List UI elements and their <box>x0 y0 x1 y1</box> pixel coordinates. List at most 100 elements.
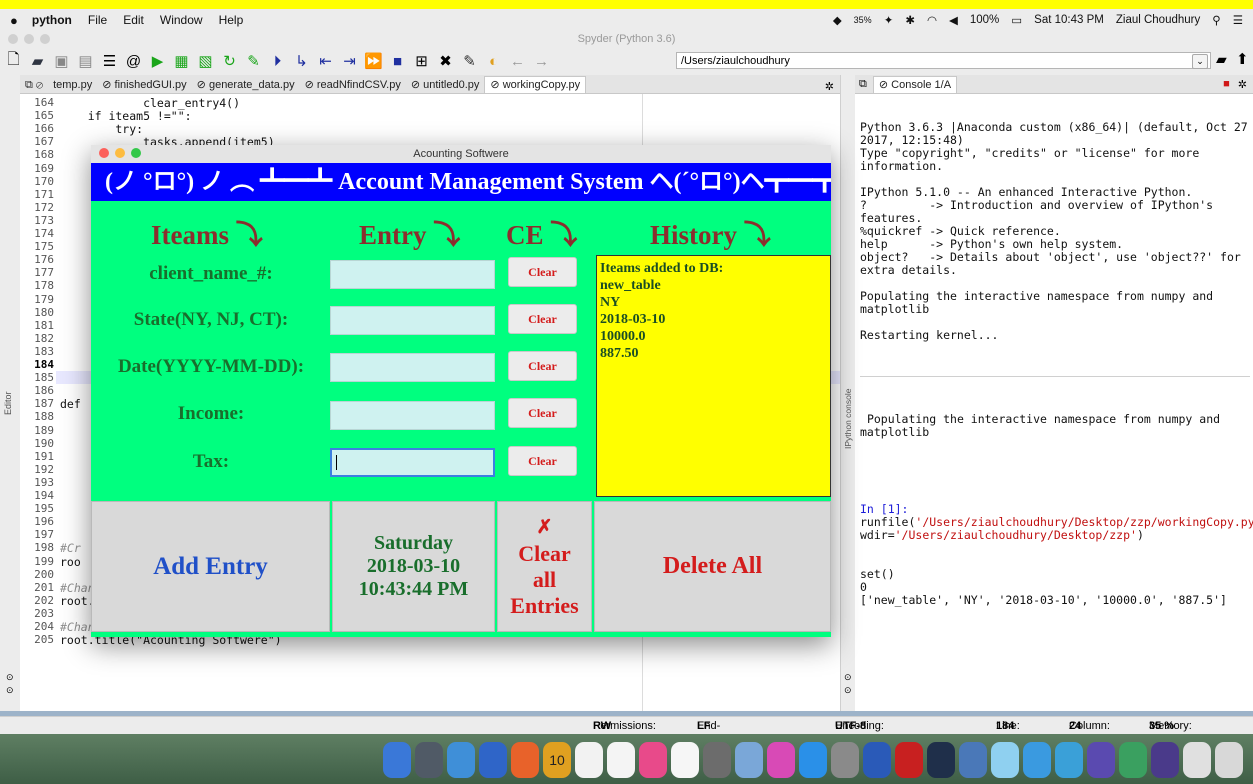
step-icon[interactable]: ↳ <box>292 52 311 71</box>
income-input[interactable] <box>330 401 495 430</box>
menu-file[interactable]: File <box>88 13 107 27</box>
github-icon[interactable] <box>1055 742 1083 778</box>
interrupt-kernel-icon[interactable]: ■ <box>1223 78 1230 90</box>
tab-readnfindcsv[interactable]: ⊘ readNfindCSV.py <box>300 77 406 93</box>
clear-income-button[interactable]: Clear <box>508 398 577 428</box>
dropbox-icon[interactable]: ◆ <box>833 13 842 27</box>
automator-icon[interactable] <box>671 742 699 778</box>
notification-icon[interactable]: ☰ <box>1233 13 1243 27</box>
eclipse-icon[interactable] <box>1119 742 1147 778</box>
console-options-icon[interactable]: ✲ <box>1238 78 1247 91</box>
books-icon[interactable] <box>1151 742 1179 778</box>
delete-all-button[interactable]: Delete All <box>594 501 831 632</box>
step-return-icon[interactable]: ⇥ <box>340 52 359 71</box>
close-button[interactable] <box>8 34 18 44</box>
pane-option-icon[interactable]: ⊙ <box>844 672 852 683</box>
forward-icon[interactable]: → <box>532 52 551 71</box>
launchpad-icon[interactable] <box>415 742 443 778</box>
console-output[interactable]: Python 3.6.3 |Anaconda custom (x86_64)| … <box>860 95 1253 633</box>
battery-icon[interactable]: ▭ <box>1011 13 1022 27</box>
messages-icon[interactable] <box>959 742 987 778</box>
tab-workingcopy[interactable]: ⊘ workingCopy.py <box>484 76 587 93</box>
tab-console[interactable]: ⊘ Console 1/A <box>872 75 958 93</box>
run-cell-advance-icon[interactable]: ▧ <box>196 52 215 71</box>
tab-generate-data[interactable]: ⊘ generate_data.py <box>192 77 300 93</box>
virtualbox-icon[interactable] <box>927 742 955 778</box>
save-all-icon[interactable]: ▤ <box>76 52 95 71</box>
run-selection-icon[interactable]: ✎ <box>244 52 263 71</box>
list-icon[interactable]: ☰ <box>100 52 119 71</box>
extension-icon[interactable]: ✦ <box>884 13 894 27</box>
fullscreen-icon[interactable]: ✖ <box>436 52 455 71</box>
word-icon[interactable] <box>831 742 859 778</box>
run-cell-icon[interactable]: ▦ <box>172 52 191 71</box>
pane-option-icon[interactable]: ⊙ <box>6 685 14 696</box>
date-input[interactable] <box>330 353 495 382</box>
app-close-button[interactable] <box>99 148 109 158</box>
at-icon[interactable]: @ <box>124 52 143 71</box>
tab-options-icon[interactable]: ✲ <box>825 80 834 93</box>
volume-icon[interactable]: ◀ <box>949 13 958 27</box>
clock[interactable]: Sat 10:43 PM <box>1034 14 1104 26</box>
rerun-icon[interactable]: ↻ <box>220 52 239 71</box>
back-icon[interactable]: ← <box>508 52 527 71</box>
clear-state-button[interactable]: Clear <box>508 304 577 334</box>
zoom-button[interactable] <box>40 34 50 44</box>
debug-icon[interactable]: ⏵ <box>268 52 287 71</box>
tab-temp[interactable]: temp.py <box>48 77 97 93</box>
tab-untitled0[interactable]: ⊘ untitled0.py <box>406 77 485 93</box>
apple-icon[interactable]: ● <box>10 13 18 28</box>
step-into-icon[interactable]: ⇤ <box>316 52 335 71</box>
new-file-icon[interactable]: 🗋 <box>4 51 23 71</box>
firefox-icon[interactable] <box>479 742 507 778</box>
reminders-icon[interactable] <box>639 742 667 778</box>
console-browse-icon[interactable]: ⧉ <box>859 78 867 91</box>
tab-browse-icon[interactable]: ⧉ ⊘ <box>20 77 48 93</box>
pane-option-icon[interactable]: ⊙ <box>6 672 14 683</box>
parent-directory-icon[interactable]: ⬆ <box>1236 50 1249 68</box>
menu-window[interactable]: Window <box>160 13 203 27</box>
menu-edit[interactable]: Edit <box>123 13 144 27</box>
chevron-down-icon[interactable]: ⌄ <box>1192 54 1208 69</box>
working-directory-input[interactable]: /Users/ziaulchoudhury ⌄ <box>676 52 1211 69</box>
maximize-pane-icon[interactable]: ⊞ <box>412 52 431 71</box>
battery-text[interactable]: 100% <box>970 14 999 26</box>
tab-finishedgui[interactable]: ⊘ finishedGUI.py <box>97 77 191 93</box>
xcode2-icon[interactable] <box>1023 742 1051 778</box>
memory-badge[interactable]: 35% <box>854 15 872 25</box>
trash-icon[interactable] <box>1215 742 1243 778</box>
chrome-icon[interactable] <box>511 742 539 778</box>
pane-option-icon[interactable]: ⊙ <box>844 685 852 696</box>
settings-icon[interactable] <box>799 742 827 778</box>
menu-help[interactable]: Help <box>219 13 244 27</box>
finder-icon[interactable] <box>383 742 411 778</box>
browse-folder-icon[interactable]: ▰ <box>1216 51 1227 68</box>
state-input[interactable] <box>330 306 495 335</box>
safari-icon[interactable] <box>447 742 475 778</box>
clear-client-name-button[interactable]: Clear <box>508 257 577 287</box>
xcode-icon[interactable] <box>991 742 1019 778</box>
save-icon[interactable]: ▣ <box>52 52 71 71</box>
continue-icon[interactable]: ⏩ <box>364 52 383 71</box>
photos-icon[interactable] <box>607 742 635 778</box>
tax-input[interactable] <box>330 448 495 477</box>
open-folder-icon[interactable]: ▰ <box>28 52 47 71</box>
client-name-input[interactable] <box>330 260 495 289</box>
anaconda-icon[interactable] <box>1087 742 1115 778</box>
textedit-icon[interactable] <box>1183 742 1211 778</box>
minimize-button[interactable] <box>24 34 34 44</box>
calendar-icon[interactable]: 10 <box>543 742 571 778</box>
wifi-icon[interactable]: ◠ <box>927 13 937 27</box>
run-icon[interactable]: ▶ <box>148 52 167 71</box>
clear-tax-button[interactable]: Clear <box>508 446 577 476</box>
acrobat-icon[interactable] <box>863 742 891 778</box>
appstore-icon[interactable] <box>767 742 795 778</box>
itunes-icon[interactable] <box>735 742 763 778</box>
user-name[interactable]: Ziaul Choudhury <box>1116 14 1200 26</box>
clear-all-entries-button[interactable]: ✗ Clear all Entries <box>497 501 592 632</box>
clear-date-button[interactable]: Clear <box>508 351 577 381</box>
notes-icon[interactable] <box>575 742 603 778</box>
preview-icon[interactable] <box>703 742 731 778</box>
app-zoom-button[interactable] <box>131 148 141 158</box>
stop-debug-icon[interactable]: ■ <box>388 52 407 71</box>
